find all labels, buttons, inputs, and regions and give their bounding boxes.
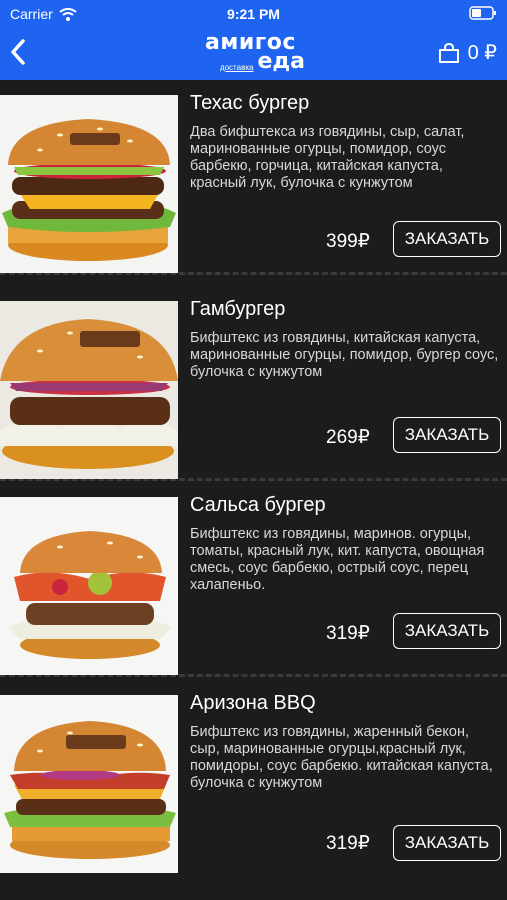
order-button[interactable]: ЗАКАЗАТЬ bbox=[393, 613, 501, 649]
item-description: Бифштекс из говядины, маринов. огурцы, т… bbox=[190, 526, 485, 593]
status-bar: Carrier 9:21 PM bbox=[0, 0, 507, 28]
list-item: Сальса бургер Бифштекс из говядины, мари… bbox=[0, 482, 507, 677]
burger-photo bbox=[0, 95, 178, 273]
back-button[interactable] bbox=[8, 38, 32, 68]
cart-total: 0 ₽ bbox=[467, 42, 497, 64]
list-item: Гамбургер Бифштекс из говядины, китайска… bbox=[0, 286, 507, 481]
logo-line2: еда bbox=[257, 49, 305, 74]
burger-photo bbox=[0, 695, 178, 873]
item-description: Бифштекс из говядины, китайская капуста,… bbox=[190, 330, 499, 380]
item-title: Гамбургер bbox=[190, 298, 286, 320]
logo-small: доставка bbox=[219, 63, 254, 72]
clock: 9:21 PM bbox=[227, 6, 280, 22]
burger-photo bbox=[0, 301, 178, 479]
item-title: Сальса бургер bbox=[190, 494, 326, 516]
item-price: 269₽ bbox=[326, 427, 370, 448]
item-title: Техас бургер bbox=[190, 92, 310, 114]
battery-icon bbox=[469, 6, 497, 23]
burger-photo bbox=[0, 497, 178, 675]
cart-button[interactable]: 0 ₽ bbox=[438, 40, 497, 65]
item-description: Два бифштекса из говядины, сыр, салат, м… bbox=[190, 124, 465, 191]
chevron-left-icon bbox=[11, 39, 25, 65]
nav-bar: амигос доставка еда 0 ₽ bbox=[0, 28, 507, 80]
shopping-bag-icon bbox=[438, 42, 459, 63]
item-price: 319₽ bbox=[326, 623, 370, 644]
order-button[interactable]: ЗАКАЗАТЬ bbox=[393, 825, 501, 861]
list-item: Аризона BBQ Бифштекс из говядины, жаренн… bbox=[0, 680, 507, 900]
order-button[interactable]: ЗАКАЗАТЬ bbox=[393, 221, 501, 257]
list-item: Техас бургер Два бифштекса из говядины, … bbox=[0, 80, 507, 275]
brand-logo: амигос доставка еда bbox=[205, 32, 305, 76]
item-description: Бифштекс из говядины, жаренный бекон, сы… bbox=[190, 724, 493, 791]
top-bar: Carrier 9:21 PM амигос доставка еда 0 ₽ bbox=[0, 0, 507, 80]
order-button[interactable]: ЗАКАЗАТЬ bbox=[393, 417, 501, 453]
menu-list[interactable]: Техас бургер Два бифштекса из говядины, … bbox=[0, 80, 507, 900]
item-price: 319₽ bbox=[326, 833, 370, 854]
item-title: Аризона BBQ bbox=[190, 692, 316, 714]
item-price: 399₽ bbox=[326, 231, 370, 252]
